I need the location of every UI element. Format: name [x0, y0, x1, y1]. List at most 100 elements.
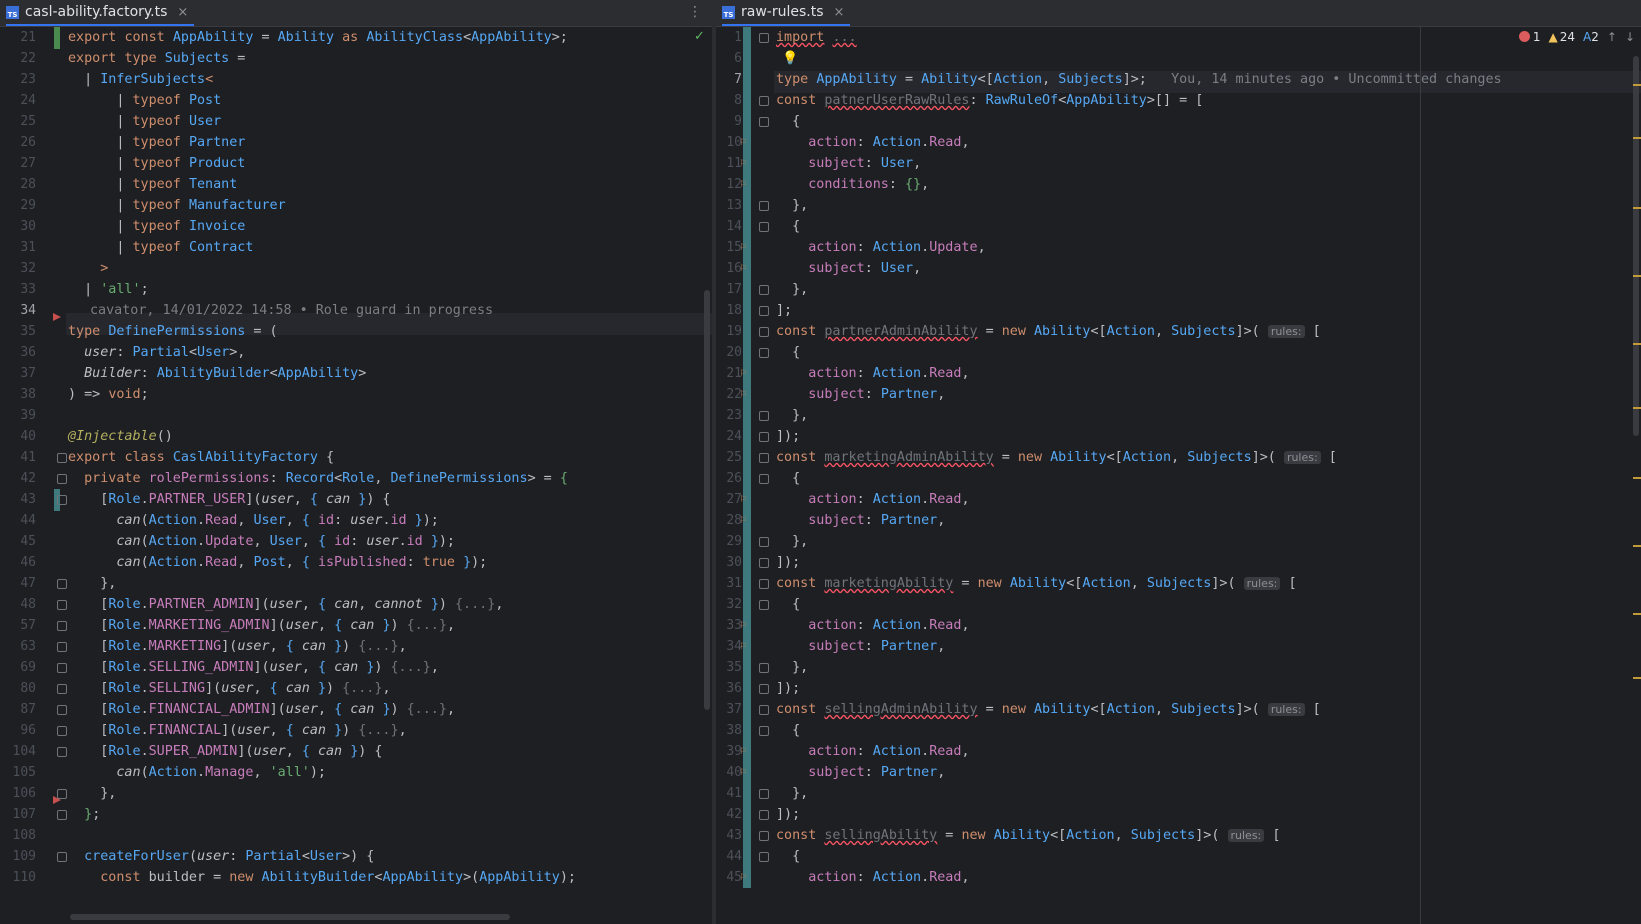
code-line[interactable]: { [776, 846, 800, 868]
left-horizontal-scrollbar[interactable] [70, 914, 510, 920]
fold-toggle-icon[interactable] [759, 96, 769, 106]
fold-toggle-icon[interactable] [57, 747, 67, 757]
line-number[interactable]: 36 [716, 678, 742, 700]
code-line[interactable]: [Role.PARTNER_ADMIN](user, { can, cannot… [68, 594, 503, 616]
code-line[interactable]: | typeof Invoice [68, 216, 245, 238]
code-line[interactable]: }, [776, 405, 808, 427]
fold-toggle-icon[interactable] [759, 684, 769, 694]
fold-toggle-icon[interactable] [759, 600, 769, 610]
code-line[interactable]: ) => void; [68, 384, 149, 406]
code-line[interactable]: }, [68, 573, 116, 595]
line-number[interactable]: 33 [0, 279, 36, 301]
code-line[interactable]: action: Action.Read, [776, 489, 969, 511]
code-line[interactable]: }, [68, 783, 116, 805]
code-line[interactable]: can(Action.Read, Post, { isPublished: tr… [68, 552, 487, 574]
line-number[interactable]: 25 [0, 111, 36, 133]
line-number[interactable]: 13 [716, 195, 742, 217]
tab-raw-rules[interactable]: TS raw-rules.ts × [722, 0, 851, 26]
gutter-run-icon[interactable]: ⚐ [740, 618, 747, 631]
code-line[interactable]: @Injectable() [68, 426, 173, 448]
code-line[interactable]: | typeof Post [68, 90, 221, 112]
line-number[interactable]: 25 [716, 447, 742, 469]
gutter-run-icon[interactable]: ⚐ [740, 639, 747, 652]
line-number[interactable]: 23 [716, 405, 742, 427]
fold-toggle-icon[interactable] [759, 327, 769, 337]
warning-stripe-marker[interactable] [1633, 207, 1641, 209]
line-number[interactable]: 23 [0, 69, 36, 91]
breakpoint-marker-icon[interactable] [53, 796, 61, 804]
line-number[interactable]: 34 [716, 636, 742, 658]
line-number[interactable]: 26 [0, 132, 36, 154]
code-line[interactable]: }, [776, 195, 808, 217]
line-number[interactable]: 27 [0, 153, 36, 175]
fold-toggle-icon[interactable] [759, 348, 769, 358]
fold-toggle-icon[interactable] [759, 474, 769, 484]
line-number[interactable]: 40 [716, 762, 742, 784]
right-code-editor[interactable]: 1 import ... 6 7 type AppAbility = Ability<[… [716, 27, 1641, 924]
gutter-run-icon[interactable]: ⚐ [740, 177, 747, 190]
line-number[interactable]: 47 [0, 573, 36, 595]
code-line[interactable]: can(Action.Manage, 'all'); [68, 762, 326, 784]
line-number[interactable]: 31 [0, 237, 36, 259]
fold-toggle-icon[interactable] [759, 285, 769, 295]
fold-toggle-icon[interactable] [759, 117, 769, 127]
fold-toggle-icon[interactable] [759, 852, 769, 862]
code-line[interactable]: const marketingAbility = new Ability<[Ac… [776, 573, 1297, 595]
gutter-run-icon[interactable]: ⚐ [740, 240, 747, 253]
code-line[interactable]: private rolePermissions: Record<Role, De… [68, 468, 568, 490]
left-code-editor[interactable]: ✓ 21 export const AppAbility = Ability as… [0, 27, 712, 924]
gutter-run-icon[interactable]: ⚐ [740, 870, 747, 883]
code-line[interactable]: can(Action.Update, User, { id: user.id }… [68, 531, 455, 553]
previous-highlight-icon[interactable]: ↑ [1607, 30, 1617, 44]
fold-toggle-icon[interactable] [759, 432, 769, 442]
fold-toggle-icon[interactable] [759, 453, 769, 463]
line-number[interactable]: 38 [716, 720, 742, 742]
line-number[interactable]: 22 [0, 48, 36, 70]
line-number[interactable]: 104 [0, 741, 36, 763]
warning-count[interactable]: ▲ 24 [1549, 30, 1576, 44]
code-line[interactable]: action: Action.Update, [776, 237, 985, 259]
code-line[interactable]: subject: User, [776, 258, 921, 280]
warning-stripe-marker[interactable] [1633, 84, 1641, 86]
warning-stripe-marker[interactable] [1633, 275, 1641, 277]
fold-toggle-icon[interactable] [759, 663, 769, 673]
line-number[interactable]: 42 [0, 468, 36, 490]
code-line[interactable]: | typeof Product [68, 153, 245, 175]
warning-stripe-marker[interactable] [1633, 407, 1641, 409]
fold-toggle-icon[interactable] [759, 222, 769, 232]
line-number[interactable]: 16 [716, 258, 742, 280]
code-line[interactable]: subject: Partner, [776, 636, 945, 658]
fold-toggle-icon[interactable] [57, 810, 67, 820]
gutter-run-icon[interactable]: ⚐ [740, 744, 747, 757]
code-line[interactable]: Builder: AbilityBuilder<AppAbility> [68, 363, 366, 385]
fold-toggle-icon[interactable] [57, 600, 67, 610]
line-number[interactable]: 30 [0, 216, 36, 238]
line-number[interactable]: 24 [0, 90, 36, 112]
line-number[interactable]: 39 [716, 741, 742, 763]
line-number[interactable]: 33 [716, 615, 742, 637]
code-line[interactable]: [Role.PARTNER_USER](user, { can }) { [68, 489, 390, 511]
line-number[interactable]: 32 [716, 594, 742, 616]
inspection-widget[interactable]: 1 ▲ 24 A2 ↑ ↓ [1518, 30, 1635, 44]
code-line[interactable]: export type Subjects = [68, 48, 245, 70]
line-number[interactable]: 28 [716, 510, 742, 532]
code-line[interactable]: }; [68, 804, 100, 826]
warning-stripe-marker[interactable] [1633, 677, 1641, 679]
gutter-run-icon[interactable]: ⚐ [740, 156, 747, 169]
code-line[interactable]: [Role.SELLING_ADMIN](user, { can }) {...… [68, 657, 439, 679]
fold-toggle-icon[interactable] [759, 726, 769, 736]
line-number[interactable]: 43 [716, 825, 742, 847]
gutter-run-icon[interactable]: ⚐ [740, 261, 747, 274]
code-line[interactable]: const partnerAdminAbility = new Ability<… [776, 321, 1321, 343]
fold-toggle-icon[interactable] [759, 831, 769, 841]
fold-toggle-icon[interactable] [57, 579, 67, 589]
line-number[interactable]: 11 [716, 153, 742, 175]
code-line[interactable]: [Role.FINANCIAL_ADMIN](user, { can }) {.… [68, 699, 455, 721]
line-number[interactable]: 28 [0, 174, 36, 196]
code-line[interactable]: }, [776, 783, 808, 805]
tab-casl-ability-factory[interactable]: TS casl-ability.factory.ts × [6, 0, 195, 26]
line-number[interactable]: 39 [0, 405, 36, 427]
code-line[interactable]: [Role.MARKETING](user, { can }) {...}, [68, 636, 406, 658]
fold-toggle-icon[interactable] [57, 642, 67, 652]
code-line[interactable]: [Role.SUPER_ADMIN](user, { can }) { [68, 741, 382, 763]
